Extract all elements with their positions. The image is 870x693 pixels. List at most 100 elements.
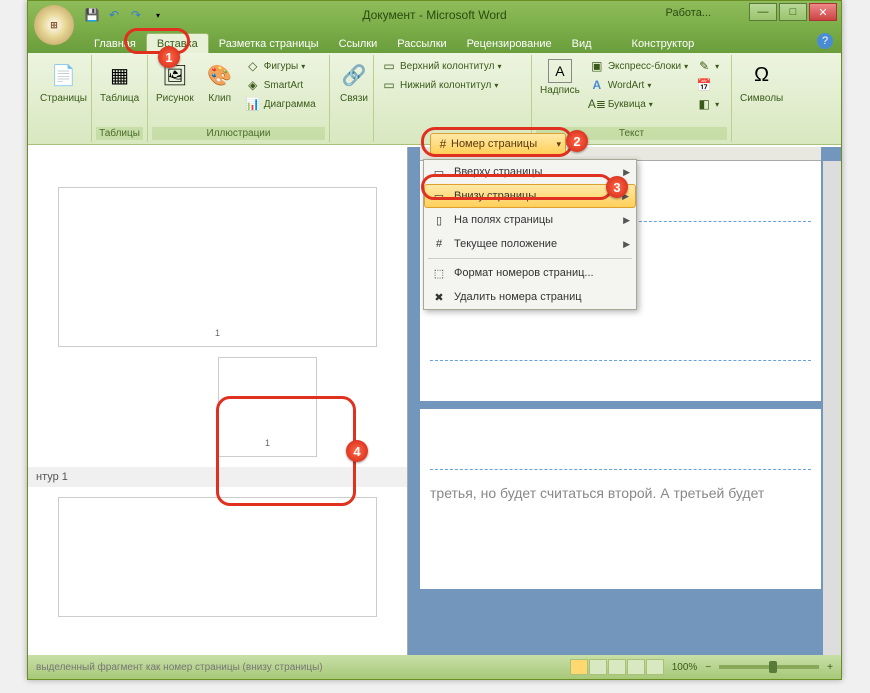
header-button[interactable]: ▭Верхний колонтитул▾ bbox=[378, 57, 527, 75]
page-bottom-icon: ▭ bbox=[430, 187, 448, 205]
symbols-button[interactable]: ΩСимволы bbox=[736, 57, 787, 106]
table-button[interactable]: ▦Таблица bbox=[96, 57, 143, 106]
tab-design[interactable]: Конструктор bbox=[622, 34, 705, 53]
gallery-pane: 1 1 нтур 1 bbox=[28, 147, 408, 655]
pagenumber-button-active[interactable]: # Номер страницы ▾ bbox=[430, 133, 566, 155]
header-boundary bbox=[430, 469, 811, 470]
tab-view[interactable]: Вид bbox=[562, 34, 602, 53]
view-outline[interactable] bbox=[627, 659, 645, 675]
word-window: ⊞ 💾 ↶ ↷ ▾ Документ - Microsoft Word Рабо… bbox=[27, 0, 842, 680]
tab-references[interactable]: Ссылки bbox=[329, 34, 388, 53]
view-print-layout[interactable] bbox=[570, 659, 588, 675]
signature-button[interactable]: ✎▾ bbox=[693, 57, 722, 75]
menu-remove-numbers[interactable]: ✖Удалить номера страниц bbox=[424, 285, 636, 309]
maximize-button[interactable]: □ bbox=[779, 3, 807, 21]
contextual-tab-label: Работа... bbox=[666, 7, 711, 19]
menu-bottom-of-page[interactable]: ▭Внизу страницы▶ bbox=[424, 184, 636, 208]
shapes-icon: ◇ bbox=[245, 58, 261, 74]
zoom-in-button[interactable]: + bbox=[827, 662, 833, 673]
quick-access-toolbar: 💾 ↶ ↷ ▾ bbox=[84, 7, 166, 23]
clipart-icon: 🎨 bbox=[204, 59, 236, 91]
menu-top-of-page[interactable]: ▭Вверху страницы▶ bbox=[424, 160, 636, 184]
textbox-icon: A bbox=[548, 59, 572, 83]
menu-separator bbox=[428, 258, 632, 259]
footer-icon: ▭ bbox=[381, 77, 397, 93]
footer-button[interactable]: ▭Нижний колонтитул▾ bbox=[378, 76, 527, 94]
menu-format-numbers[interactable]: ⬚Формат номеров страниц... bbox=[424, 261, 636, 285]
datetime-button[interactable]: 📅 bbox=[693, 76, 722, 94]
zoom-slider[interactable] bbox=[719, 665, 819, 669]
chevron-right-icon: ▶ bbox=[623, 239, 630, 250]
footer-boundary bbox=[430, 360, 811, 361]
tab-pagelayout[interactable]: Разметка страницы bbox=[209, 34, 329, 53]
chevron-right-icon: ▶ bbox=[623, 215, 630, 226]
titlebar: ⊞ 💾 ↶ ↷ ▾ Документ - Microsoft Word Рабо… bbox=[28, 1, 841, 29]
menu-current-position[interactable]: #Текущее положение▶ bbox=[424, 232, 636, 256]
group-tables: ▦Таблица Таблицы bbox=[92, 55, 148, 142]
gallery-section-title: нтур 1 bbox=[28, 467, 407, 487]
tab-home[interactable]: Главная bbox=[84, 34, 146, 53]
pagenumber-menu: ▭Вверху страницы▶ ▭Внизу страницы▶ ▯На п… bbox=[423, 159, 637, 310]
omega-icon: Ω bbox=[746, 59, 778, 91]
pagenumber-icon: # bbox=[435, 136, 451, 152]
ribbon-tabs: Главная Вставка Разметка страницы Ссылки… bbox=[28, 29, 841, 53]
zoom-out-button[interactable]: − bbox=[705, 662, 711, 673]
datetime-icon: 📅 bbox=[696, 77, 712, 93]
badge-2: 2 bbox=[566, 130, 588, 152]
pages-button[interactable]: 📄Страницы bbox=[36, 57, 91, 106]
ribbon: 📄Страницы Страницы ▦Таблица Таблицы 🖼Рис… bbox=[28, 53, 841, 145]
save-icon[interactable]: 💾 bbox=[84, 7, 100, 23]
page-icon: 📄 bbox=[47, 59, 79, 91]
view-draft[interactable] bbox=[646, 659, 664, 675]
qat-dropdown-icon[interactable]: ▾ bbox=[150, 7, 166, 23]
quickparts-button[interactable]: ▣Экспресс-блоки▾ bbox=[586, 57, 691, 75]
page-top-icon: ▭ bbox=[430, 163, 448, 181]
wordart-icon: A bbox=[589, 77, 605, 93]
menu-page-margins[interactable]: ▯На полях страницы▶ bbox=[424, 208, 636, 232]
tab-review[interactable]: Рецензирование bbox=[457, 34, 562, 53]
group-headerfooter: ▭Верхний колонтитул▾ ▭Нижний колонтитул▾… bbox=[374, 55, 532, 142]
chart-button[interactable]: 📊Диаграмма bbox=[242, 95, 319, 113]
textbox-button[interactable]: AНадпись bbox=[536, 57, 584, 98]
chevron-right-icon: ▶ bbox=[623, 167, 630, 178]
quickparts-icon: ▣ bbox=[589, 58, 605, 74]
view-fullscreen[interactable] bbox=[589, 659, 607, 675]
dropcap-button[interactable]: A≣Буквица▾ bbox=[586, 95, 691, 113]
shapes-button[interactable]: ◇Фигуры▾ bbox=[242, 57, 319, 75]
undo-icon[interactable]: ↶ bbox=[106, 7, 122, 23]
office-button[interactable]: ⊞ bbox=[34, 5, 74, 45]
view-web[interactable] bbox=[608, 659, 626, 675]
link-icon: 🔗 bbox=[338, 59, 370, 91]
header-icon: ▭ bbox=[381, 58, 397, 74]
object-icon: ◧ bbox=[696, 96, 712, 112]
object-button[interactable]: ◧▾ bbox=[693, 95, 722, 113]
help-icon[interactable]: ? bbox=[817, 33, 833, 49]
current-pos-icon: # bbox=[430, 235, 448, 253]
minimize-button[interactable]: — bbox=[749, 3, 777, 21]
links-button[interactable]: 🔗Связи bbox=[334, 57, 374, 106]
gallery-preview-1[interactable]: 1 bbox=[58, 187, 377, 347]
badge-4: 4 bbox=[346, 440, 368, 462]
chart-icon: 📊 bbox=[245, 96, 261, 112]
gallery-preview-3[interactable] bbox=[58, 497, 377, 617]
status-description: выделенный фрагмент как номер страницы (… bbox=[36, 662, 323, 673]
remove-icon: ✖ bbox=[430, 288, 448, 306]
zoom-level[interactable]: 100% bbox=[672, 662, 698, 673]
wordart-button[interactable]: AWordArt▾ bbox=[586, 76, 691, 94]
table-icon: ▦ bbox=[104, 59, 136, 91]
redo-icon[interactable]: ↷ bbox=[128, 7, 144, 23]
chevron-down-icon: ▾ bbox=[556, 139, 561, 150]
clipart-button[interactable]: 🎨Клип bbox=[200, 57, 240, 106]
smartart-button[interactable]: ◈SmartArt bbox=[242, 76, 319, 94]
format-icon: ⬚ bbox=[430, 264, 448, 282]
page-margins-icon: ▯ bbox=[430, 211, 448, 229]
tab-mailings[interactable]: Рассылки bbox=[387, 34, 456, 53]
gallery-preview-2[interactable]: 1 bbox=[218, 357, 317, 457]
badge-3: 3 bbox=[606, 176, 628, 198]
group-symbols: ΩСимволы . bbox=[732, 55, 788, 142]
vertical-scrollbar[interactable] bbox=[823, 161, 841, 655]
badge-1: 1 bbox=[158, 46, 180, 68]
document-page-2[interactable]: третья, но будет считаться второй. А тре… bbox=[420, 409, 821, 589]
smartart-icon: ◈ bbox=[245, 77, 261, 93]
close-button[interactable]: ✕ bbox=[809, 3, 837, 21]
